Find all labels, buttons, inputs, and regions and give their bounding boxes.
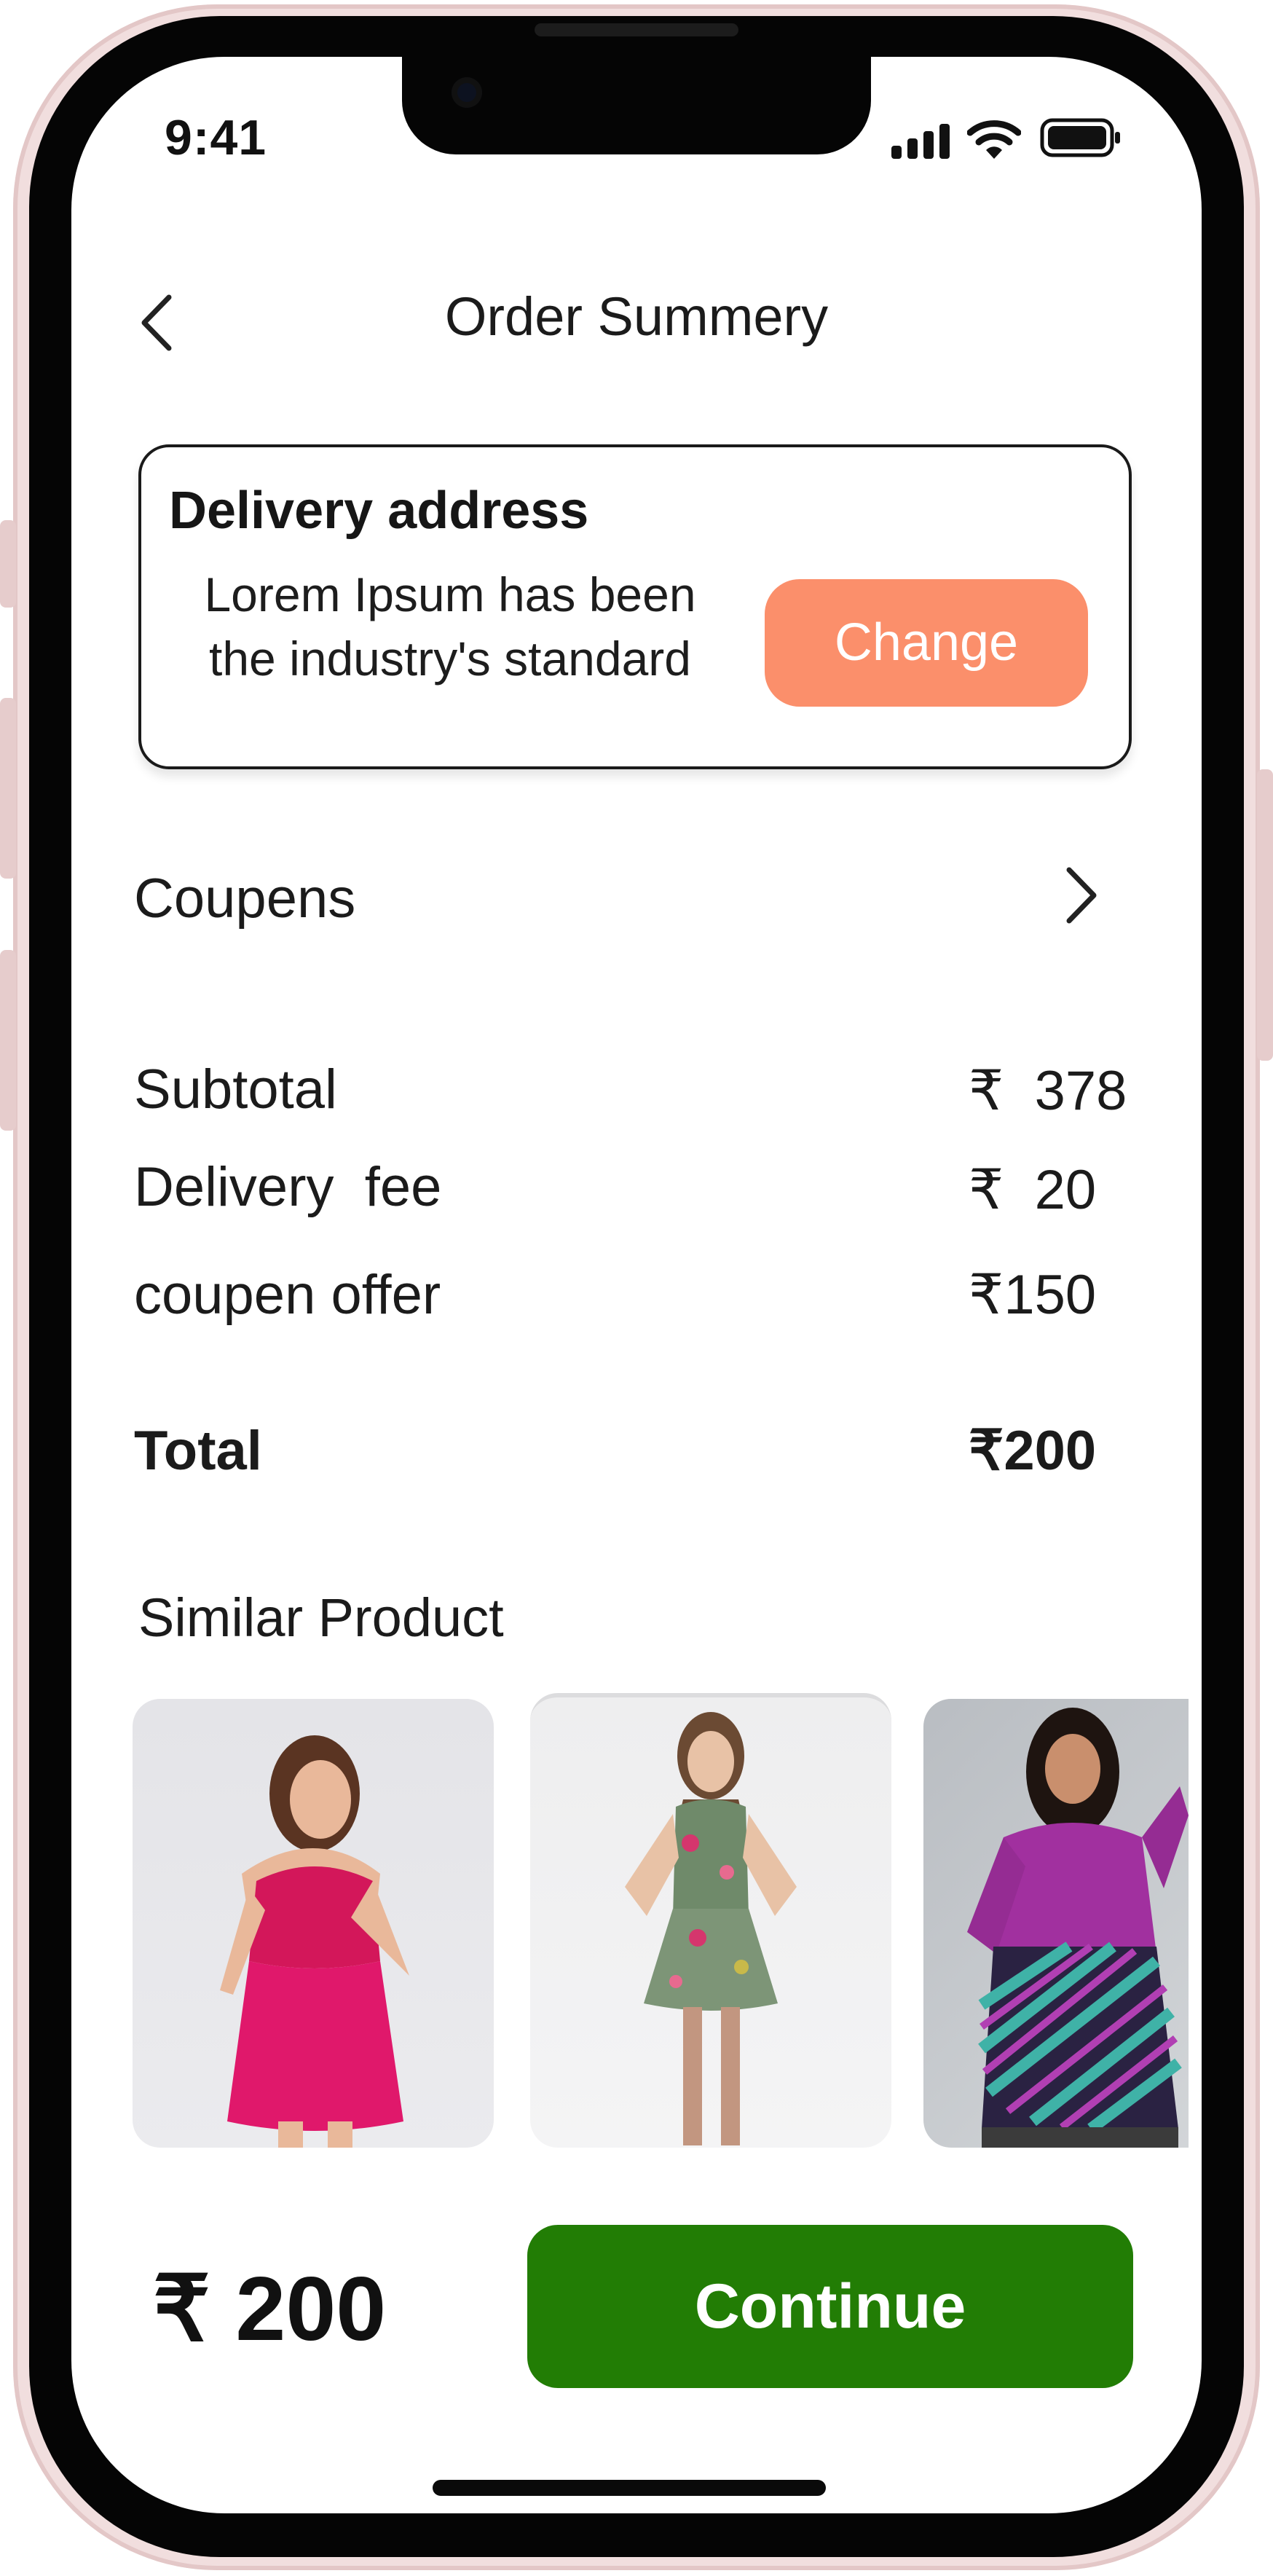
change-address-button[interactable]: Change: [765, 579, 1088, 707]
currency-symbol: ₹: [969, 1159, 1004, 1221]
mute-switch: [0, 520, 16, 608]
coupon-offer-label: coupen offer: [134, 1264, 441, 1326]
footer-total-price: ₹ 200: [153, 2257, 386, 2362]
wifi-icon: [967, 120, 1021, 159]
product-card-1[interactable]: [133, 1699, 494, 2148]
currency-symbol: ₹: [969, 1420, 1004, 1482]
volume-down-button: [0, 950, 16, 1131]
subtotal-value: ₹ 378: [969, 1058, 1127, 1123]
status-time: 9:41: [165, 110, 267, 165]
total-value: ₹200: [969, 1418, 1096, 1483]
coupon-offer-amount: 150: [1004, 1264, 1097, 1326]
delivery-fee-amount: 20: [1034, 1159, 1097, 1221]
continue-button[interactable]: Continue: [527, 2225, 1133, 2388]
footer-total-amount: 200: [235, 2259, 387, 2360]
delivery-fee-value: ₹ 20: [969, 1157, 1096, 1222]
address-line-2: the industry's standard: [209, 632, 691, 686]
battery-icon: [1040, 118, 1120, 157]
currency-symbol: ₹: [969, 1060, 1004, 1122]
page-title: Order Summery: [444, 286, 829, 347]
power-button: [1257, 769, 1273, 1061]
currency-symbol: ₹: [153, 2259, 210, 2360]
cellular-signal-icon: [891, 124, 951, 159]
subtotal-label: Subtotal: [134, 1059, 337, 1120]
coupons-label: Coupens: [134, 868, 356, 930]
total-label: Total: [134, 1420, 262, 1482]
product-image-purple-sweater: [967, 1708, 1189, 2148]
product-image-floral-dress: [625, 1712, 797, 2145]
address-line-1: Lorem Ipsum has been: [204, 568, 696, 621]
product-card-2[interactable]: [530, 1693, 891, 2148]
speaker-grille: [535, 23, 738, 36]
delivery-fee-label: Delivery fee: [134, 1156, 442, 1218]
coupon-offer-value: ₹150: [969, 1262, 1096, 1327]
currency-symbol: ₹: [969, 1264, 1004, 1326]
delivery-address-text: Lorem Ipsum has been the industry's stan…: [181, 562, 720, 691]
similar-products-title: Similar Product: [138, 1587, 504, 1648]
home-indicator[interactable]: [433, 2480, 826, 2496]
product-card-3[interactable]: [923, 1699, 1189, 2148]
total-amount: 200: [1004, 1420, 1097, 1482]
delivery-address-title: Delivery address: [169, 482, 589, 540]
volume-up-button: [0, 698, 16, 879]
chevron-right-icon[interactable]: [1063, 863, 1101, 928]
subtotal-amount: 378: [1034, 1060, 1127, 1122]
product-image-pink-dress: [220, 1735, 409, 2148]
camera-icon: [452, 77, 482, 108]
